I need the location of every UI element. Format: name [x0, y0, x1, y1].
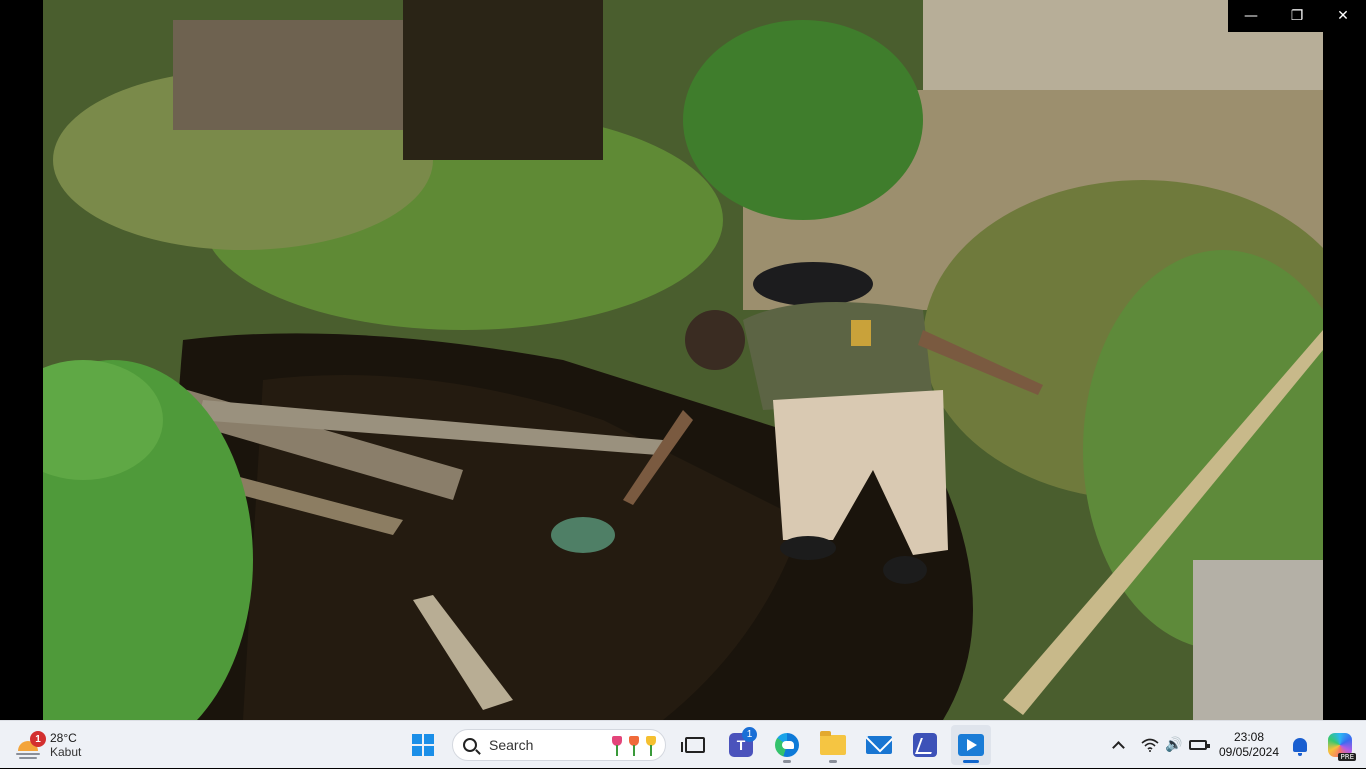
teams-button[interactable]: T 1 [721, 725, 761, 765]
task-view-icon [681, 737, 705, 753]
media-player-icon [958, 734, 984, 756]
clock[interactable]: 23:08 09/05/2024 [1214, 730, 1284, 760]
photo-illustration [43, 0, 1323, 720]
edge-button[interactable] [767, 725, 807, 765]
photo-image [43, 0, 1323, 720]
show-hidden-icons-button[interactable] [1106, 721, 1130, 769]
close-button[interactable]: ✕ [1320, 0, 1366, 32]
notifications-button[interactable] [1288, 721, 1312, 769]
app-button[interactable] [905, 725, 945, 765]
battery-button[interactable] [1186, 721, 1210, 769]
restore-button[interactable]: ❐ [1274, 0, 1320, 32]
copilot-button[interactable]: PRE [1322, 721, 1358, 769]
file-explorer-button[interactable] [813, 725, 853, 765]
start-button[interactable] [403, 725, 443, 765]
fog-sun-icon: 1 [14, 731, 46, 759]
search-icon [463, 738, 477, 752]
mail-button[interactable] [859, 725, 899, 765]
search-label: Search [489, 737, 534, 753]
weather-temperature: 28°C [50, 731, 77, 745]
teams-badge: 1 [742, 727, 757, 742]
wifi-icon [1141, 738, 1159, 752]
active-indicator [963, 760, 979, 763]
battery-icon [1189, 740, 1210, 750]
chevron-up-icon [1111, 741, 1125, 754]
task-view-button[interactable] [675, 725, 715, 765]
clock-date: 09/05/2024 [1218, 745, 1280, 759]
taskbar: 1 28°C Kabut Search T 1 🔊 23:08 09/05/20… [0, 720, 1366, 768]
window-controls: — ❐ ✕ [1228, 0, 1366, 32]
copilot-badge: PRE [1338, 753, 1356, 761]
running-indicator [783, 760, 791, 763]
mail-icon [866, 736, 892, 754]
bell-icon [1293, 738, 1307, 756]
weather-condition: Kabut [50, 745, 82, 759]
taskbar-search[interactable]: Search [452, 729, 666, 761]
running-indicator [829, 760, 837, 763]
app-icon [913, 733, 937, 757]
clock-time: 23:08 [1233, 730, 1265, 744]
folder-icon [820, 731, 846, 755]
system-tray: 🔊 23:08 09/05/2024 PRE [1106, 721, 1366, 769]
taskbar-apps: Search T 1 [400, 725, 994, 765]
media-player-button[interactable] [951, 725, 991, 765]
tulips-icon [611, 736, 657, 756]
weather-widget[interactable]: 1 28°C Kabut [14, 727, 104, 763]
wifi-button[interactable] [1138, 721, 1162, 769]
volume-button[interactable]: 🔊 [1162, 721, 1186, 769]
windows-logo-icon [412, 734, 434, 756]
edge-icon [775, 733, 799, 757]
minimize-button[interactable]: — [1228, 0, 1274, 32]
photo-viewer: — ❐ ✕ [0, 0, 1366, 720]
weather-badge: 1 [30, 731, 46, 747]
copilot-icon: PRE [1328, 733, 1356, 761]
